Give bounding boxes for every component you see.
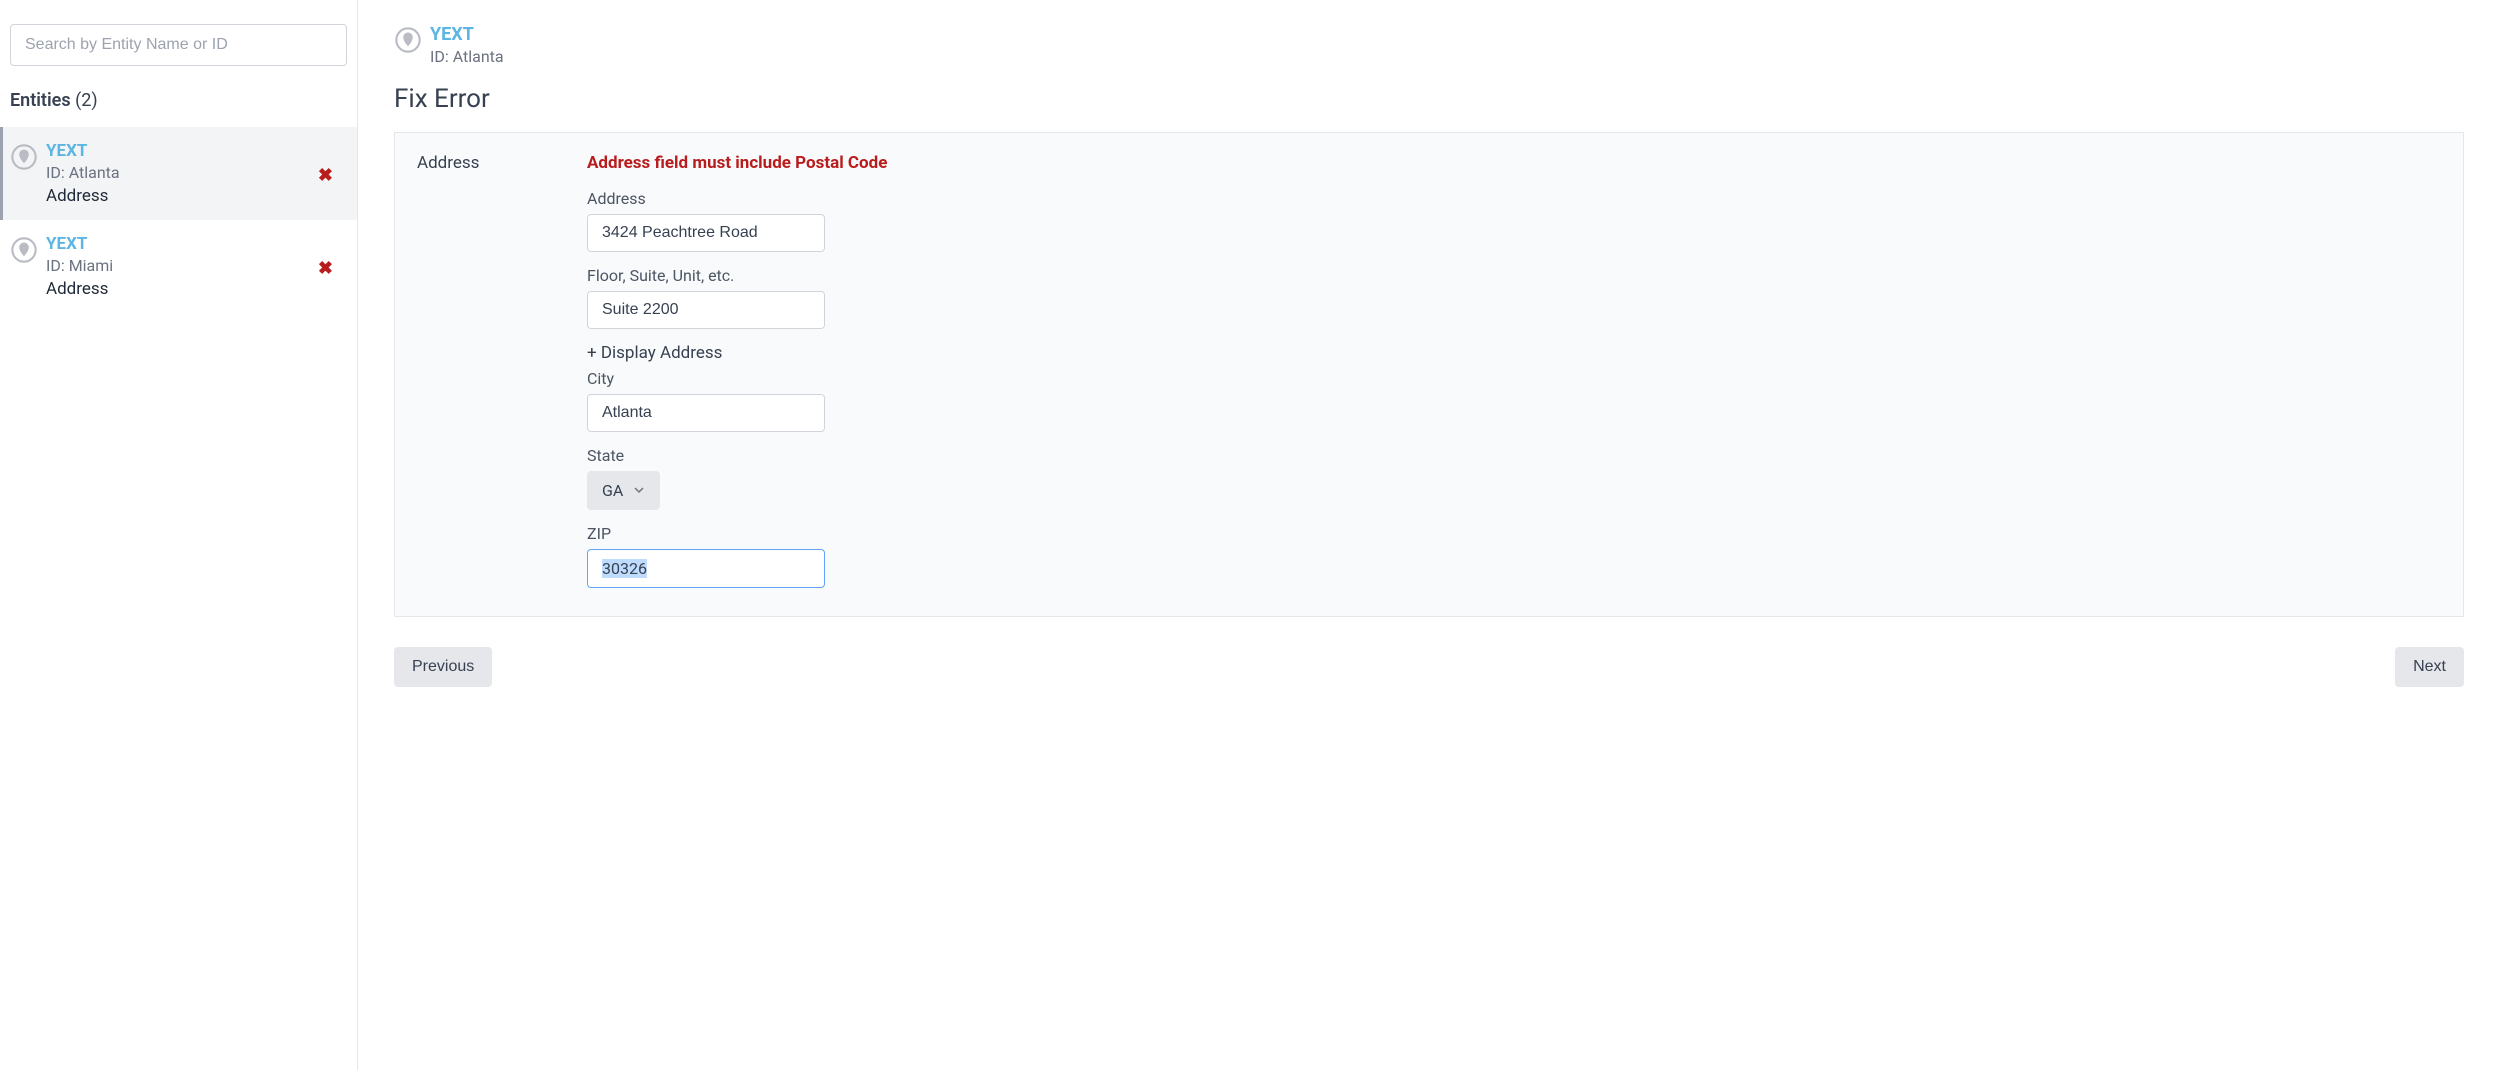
next-button[interactable]: Next [2395,647,2464,687]
form-section-label: Address [417,153,477,588]
search-input[interactable] [10,24,347,66]
form-error-message: Address field must include Postal Code [587,153,1307,173]
state-label: State [587,446,1307,465]
error-x-icon: ✖ [318,165,333,186]
sidebar: Entities (2) YEXT ID: Atlanta Address ✖ [0,0,358,1070]
state-value: GA [602,481,623,500]
header-entity-id: ID: Atlanta [430,47,504,66]
header-entity-name: YEXT [430,24,504,45]
error-x-icon: ✖ [318,258,333,279]
main-header: YEXT ID: Atlanta [394,24,2464,66]
previous-button[interactable]: Previous [394,647,492,687]
entity-id: ID: Miami [46,256,347,275]
form-panel: Address Address field must include Posta… [394,132,2464,617]
entities-header: Entities (2) [0,90,357,127]
city-label: City [587,369,1307,388]
chevron-down-icon [633,481,645,500]
page-title: Fix Error [394,84,2464,114]
entity-field: Address [46,279,347,299]
main-content: YEXT ID: Atlanta Fix Error Address Addre… [358,0,2500,1070]
entity-name: YEXT [46,141,347,161]
location-pin-icon [394,26,422,54]
location-pin-icon [10,143,38,171]
display-address-link[interactable]: + Display Address [587,343,1307,363]
entity-field: Address [46,186,347,206]
floor-label: Floor, Suite, Unit, etc. [587,266,1307,285]
city-field[interactable] [587,394,825,432]
entity-item-atlanta[interactable]: YEXT ID: Atlanta Address ✖ [0,127,357,220]
state-select[interactable]: GA [587,471,660,510]
floor-field[interactable] [587,291,825,329]
zip-value: 30326 [602,559,647,578]
entity-item-miami[interactable]: YEXT ID: Miami Address ✖ [0,220,357,313]
address-label: Address [587,189,1307,208]
location-pin-icon [10,236,38,264]
entity-id: ID: Atlanta [46,163,347,182]
entity-name: YEXT [46,234,347,254]
entities-label: Entities [10,90,71,111]
address-field[interactable] [587,214,825,252]
zip-label: ZIP [587,524,1307,543]
entities-count: (2) [75,90,98,111]
zip-field[interactable]: 30326 [587,549,825,588]
